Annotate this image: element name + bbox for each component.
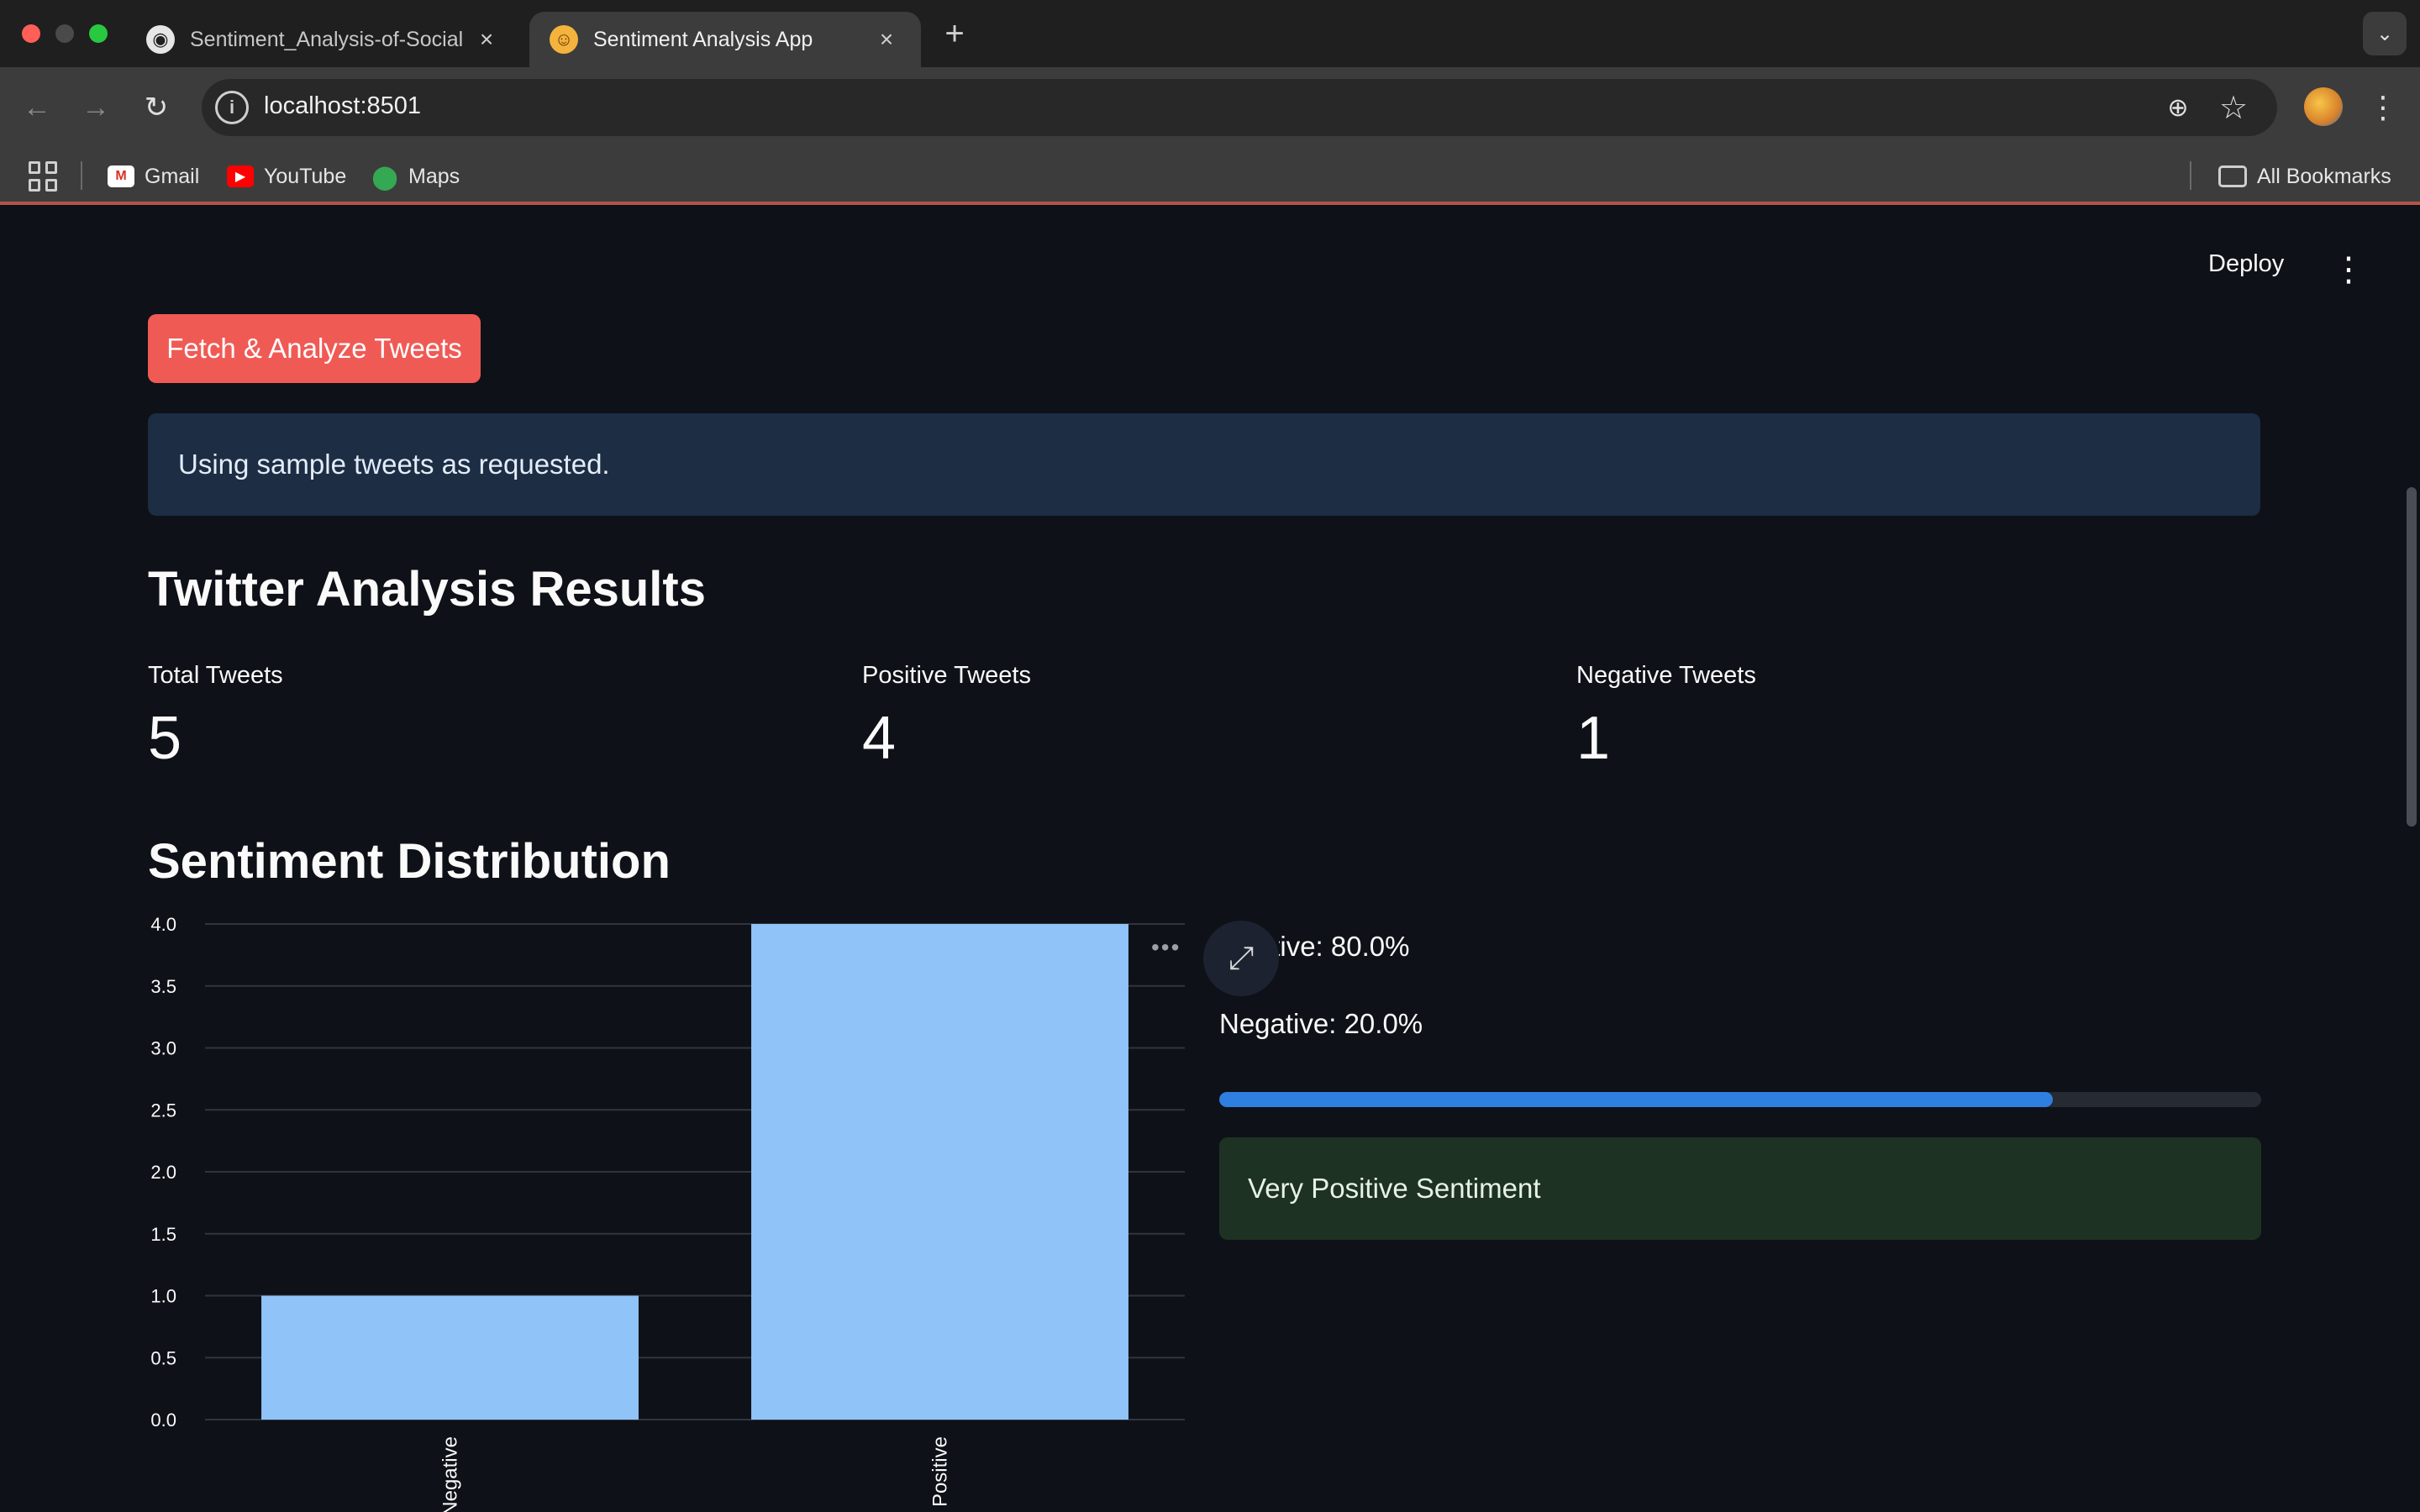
bookmark-label: Maps (408, 164, 460, 188)
chart-svg: 0.0 0.5 1.0 1.5 2.0 2.5 3.0 3.5 4.0 Negative Posit… (150, 916, 1185, 1512)
window-minimize-button[interactable] (55, 24, 74, 43)
success-message: Very Positive Sentiment (1248, 1173, 1541, 1204)
y-tick-label: 0.0 (150, 1410, 176, 1431)
distribution-heading: Sentiment Distribution (148, 834, 671, 889)
metric-positive-label: Positive Tweets (862, 662, 1031, 689)
github-icon: ◉ (146, 25, 175, 54)
browser-tab-strip: ◉ Sentiment_Analysis-of-Social × ☺ Senti… (0, 0, 2420, 67)
gmail-icon: M (108, 165, 134, 187)
all-bookmarks-button[interactable]: All Bookmarks (2218, 160, 2391, 193)
browser-menu-icon[interactable]: ⋮ (2366, 84, 2400, 131)
x-tick-label: Positive (929, 1436, 952, 1507)
success-alert: Very Positive Sentiment (1219, 1137, 2261, 1240)
app-menu-icon[interactable]: ⋮ (2332, 249, 2365, 291)
bookmark-label: YouTube (264, 164, 347, 188)
fullscreen-icon[interactable]: ⤢ (1203, 921, 1279, 996)
bookmark-youtube[interactable]: ▶ YouTube (227, 160, 346, 193)
info-message: Using sample tweets as requested. (178, 449, 610, 480)
bar (751, 924, 1128, 1420)
close-icon[interactable]: × (472, 25, 501, 54)
bookmark-label: Gmail (145, 164, 200, 188)
metric-total-label: Total Tweets (148, 662, 283, 689)
y-tick-label: 2.5 (150, 1100, 176, 1121)
site-info-icon[interactable]: i (215, 91, 249, 124)
window-maximize-button[interactable] (89, 24, 108, 43)
address-bar[interactable]: i localhost:8501 ⊕ ☆ (202, 79, 2277, 136)
deploy-button[interactable]: Deploy (2208, 250, 2284, 278)
zoom-icon[interactable]: ⊕ (2160, 89, 2196, 126)
close-icon[interactable]: × (872, 25, 901, 54)
y-tick-label: 1.5 (150, 1224, 176, 1245)
bar (261, 1295, 639, 1420)
positive-percentage-container: Positive: 80.0% (1279, 924, 1632, 974)
bookmarks-bar: M Gmail ▶ YouTube ⬤ Maps All Bookmarks (0, 148, 2420, 205)
chart-options-icon[interactable]: ••• (1151, 934, 1181, 961)
y-tick-label: 3.0 (150, 1038, 176, 1059)
bookmark-divider (81, 161, 82, 190)
maps-icon: ⬤ (371, 163, 398, 190)
youtube-icon: ▶ (227, 165, 254, 187)
sentiment-progress-bar (1219, 1092, 2261, 1107)
y-tick-label: 4.0 (150, 916, 176, 935)
all-bookmarks-label: All Bookmarks (2257, 164, 2391, 188)
negative-percentage-text: Negative: 20.0% (1219, 1008, 1423, 1039)
sentiment-bar-chart: 0.0 0.5 1.0 1.5 2.0 2.5 3.0 3.5 4.0 Negative Posit… (143, 916, 1193, 1512)
tab-title: Sentiment Analysis App (593, 27, 813, 51)
bookmark-maps[interactable]: ⬤ Maps (371, 160, 460, 193)
metric-negative-value: 1 (1576, 705, 1611, 772)
fetch-analyze-button[interactable]: Fetch & Analyze Tweets (148, 314, 481, 383)
x-tick-label: Negative (439, 1436, 462, 1512)
forward-arrow-icon[interactable]: → (74, 86, 118, 129)
metric-positive-value: 4 (862, 705, 897, 772)
metric-total-value: 5 (148, 705, 182, 772)
folder-icon (2218, 165, 2247, 187)
window-close-button[interactable] (22, 24, 40, 43)
info-alert: Using sample tweets as requested. (148, 413, 2260, 516)
bookmark-gmail[interactable]: M Gmail (108, 160, 199, 193)
progress-fill (1219, 1092, 2053, 1107)
bookmark-star-icon[interactable]: ☆ (2213, 87, 2254, 128)
y-tick-label: 2.0 (150, 1162, 176, 1183)
metric-negative-label: Negative Tweets (1576, 662, 1756, 689)
y-tick-label: 3.5 (150, 976, 176, 997)
page-scrollbar[interactable] (2407, 487, 2417, 827)
results-heading: Twitter Analysis Results (148, 562, 706, 617)
bookmark-divider (2190, 161, 2191, 190)
url-text[interactable]: localhost:8501 (264, 92, 421, 120)
tab-search-button[interactable]: ⌄ (2363, 12, 2407, 55)
reload-icon[interactable]: ↻ (134, 86, 178, 129)
y-tick-label: 1.0 (150, 1286, 176, 1307)
positive-percentage-text: Positive: 80.0% (1279, 931, 1410, 962)
smiley-icon: ☺ (550, 25, 578, 54)
tab-title: Sentiment_Analysis-of-Social (190, 27, 464, 51)
browser-tab-github[interactable]: ◉ Sentiment_Analysis-of-Social × (126, 12, 521, 67)
y-tick-label: 0.5 (150, 1347, 176, 1368)
browser-tab-sentiment-app[interactable]: ☺ Sentiment Analysis App × (529, 12, 921, 67)
back-arrow-icon[interactable]: ← (15, 86, 59, 129)
new-tab-button[interactable]: + (936, 15, 973, 52)
apps-grid-icon[interactable] (29, 161, 59, 192)
profile-avatar[interactable] (2304, 87, 2343, 126)
